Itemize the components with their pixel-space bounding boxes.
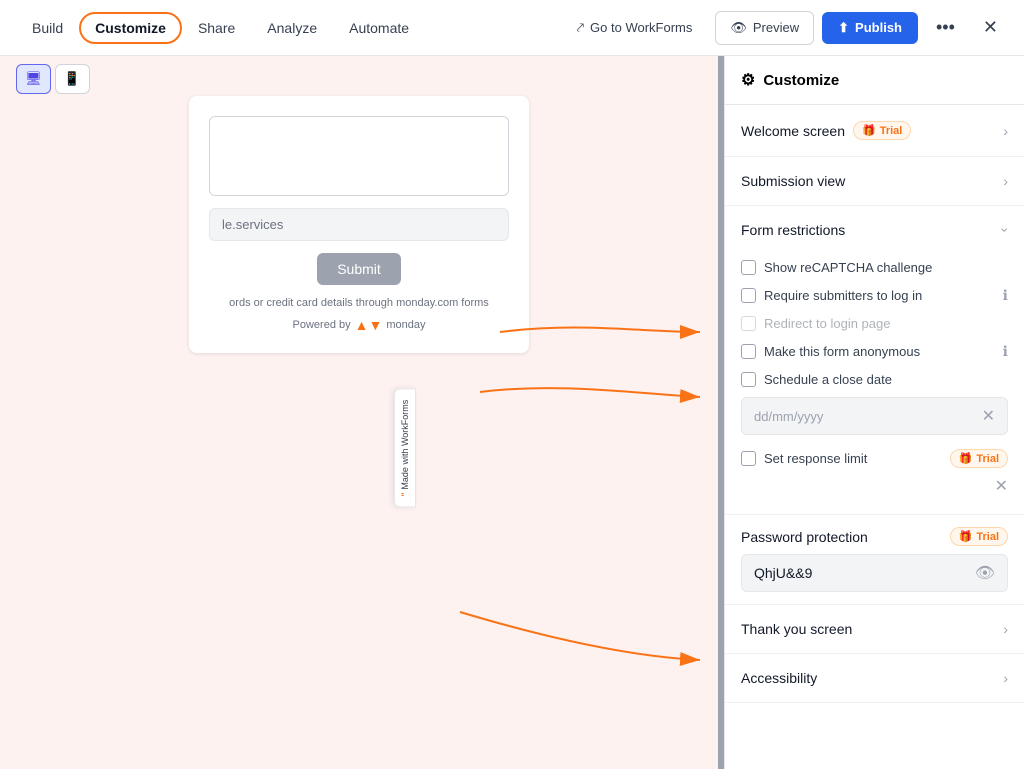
form-restrictions-chevron-icon: › xyxy=(998,228,1014,233)
publish-label: Publish xyxy=(855,20,902,35)
require-login-label: Require submitters to log in xyxy=(764,288,922,303)
powered-by-text: Powered by xyxy=(293,319,351,331)
thank-you-screen-label: Thank you screen xyxy=(741,621,852,637)
form-submit-button[interactable]: Submit xyxy=(317,253,401,285)
monday-brand: ▲▼ xyxy=(355,317,383,333)
password-protection-section: Password protection 🎁 Trial QhjU&&9 👁 xyxy=(725,515,1024,605)
require-login-row: Require submitters to log in ℹ xyxy=(741,281,1008,310)
form-restrictions-header[interactable]: Form restrictions › xyxy=(725,206,1024,254)
accessibility-section[interactable]: Accessibility › xyxy=(725,654,1024,703)
welcome-trial-badge: 🎁 Trial xyxy=(853,121,911,140)
form-input-field xyxy=(209,116,509,196)
anonymous-info-icon[interactable]: ℹ xyxy=(1003,343,1008,360)
preview-label: Preview xyxy=(753,20,799,35)
gear-icon: ⚙ xyxy=(741,70,755,90)
top-bar: Build Customize Share Analyze Automate ⤤… xyxy=(0,0,1024,56)
right-panel: ⚙ Customize Welcome screen 🎁 Trial › Sub… xyxy=(724,56,1024,769)
publish-button[interactable]: ⬆ Publish xyxy=(822,12,918,44)
monday-text: monday xyxy=(386,319,425,331)
form-footer-text: ords or credit card details through mond… xyxy=(209,297,509,309)
close-date-checkbox[interactable] xyxy=(741,372,756,387)
thank-you-chevron-icon: › xyxy=(1003,621,1008,637)
anonymous-label: Make this form anonymous xyxy=(764,344,920,359)
close-button[interactable]: ✕ xyxy=(973,9,1008,46)
require-login-info-icon[interactable]: ℹ xyxy=(1003,287,1008,304)
password-protection-header: Password protection 🎁 Trial xyxy=(741,527,1008,546)
nav-automate[interactable]: Automate xyxy=(333,12,425,44)
close-date-label: Schedule a close date xyxy=(764,372,892,387)
recaptcha-label: Show reCAPTCHA challenge xyxy=(764,260,932,275)
made-with-label: " Made with WorkForms xyxy=(394,389,416,508)
redirect-login-row: Redirect to login page xyxy=(741,310,1008,337)
form-restrictions-label: Form restrictions xyxy=(741,222,845,238)
welcome-chevron-icon: › xyxy=(1003,123,1008,139)
form-url-field: le.services xyxy=(209,208,509,241)
form-restrictions-content: Show reCAPTCHA challenge Require submitt… xyxy=(725,254,1024,514)
response-limit-clear-icon[interactable]: ✕ xyxy=(995,476,1008,496)
form-preview-card: le.services Submit ords or credit card d… xyxy=(189,96,529,353)
anonymous-row: Make this form anonymous ℹ xyxy=(741,337,1008,366)
response-limit-label: Set response limit xyxy=(764,451,867,466)
nav-analyze[interactable]: Analyze xyxy=(251,12,333,44)
eye-icon: 👁 xyxy=(730,20,747,36)
top-right-actions: ⤤ Go to WorkForms 👁 Preview ⬆ Publish ••… xyxy=(562,9,1008,46)
gift-icon-3: 🎁 xyxy=(959,530,973,543)
accessibility-left: Accessibility xyxy=(741,670,817,686)
goto-label: Go to WorkForms xyxy=(590,20,692,35)
anonymous-checkbox[interactable] xyxy=(741,344,756,359)
thank-you-screen-left: Thank you screen xyxy=(741,621,852,637)
recaptcha-checkbox[interactable] xyxy=(741,260,756,275)
submission-view-left: Submission view xyxy=(741,173,845,189)
nav-build[interactable]: Build xyxy=(16,12,79,44)
date-clear-icon[interactable]: ✕ xyxy=(982,406,995,426)
submission-chevron-icon: › xyxy=(1003,173,1008,189)
share-icon: ⬆ xyxy=(838,20,849,36)
gift-icon-2: 🎁 xyxy=(959,452,973,465)
workforms-logo-mark: " xyxy=(400,492,410,496)
eye-toggle-icon[interactable]: 👁 xyxy=(975,563,995,583)
monday-logo: Powered by ▲▼ monday xyxy=(209,317,509,333)
response-limit-row: Set response limit 🎁 Trial xyxy=(741,443,1008,474)
external-link-icon: ⤤ xyxy=(577,20,584,36)
response-limit-trial-badge: 🎁 Trial xyxy=(950,449,1008,468)
main-layout: 🖥 📱 le.services Submit ords or credit ca… xyxy=(0,56,1024,769)
password-value: QhjU&&9 xyxy=(754,565,812,581)
welcome-screen-section[interactable]: Welcome screen 🎁 Trial › xyxy=(725,105,1024,157)
form-restrictions-section: Form restrictions › Show reCAPTCHA chall… xyxy=(725,206,1024,515)
welcome-screen-label: Welcome screen xyxy=(741,123,845,139)
recaptcha-row: Show reCAPTCHA challenge xyxy=(741,254,1008,281)
panel-title: Customize xyxy=(763,72,839,89)
password-trial-badge: 🎁 Trial xyxy=(950,527,1008,546)
submission-view-section[interactable]: Submission view › xyxy=(725,157,1024,206)
canvas-inner: le.services Submit ords or credit card d… xyxy=(0,56,718,769)
gift-icon: 🎁 xyxy=(862,124,876,137)
preview-button[interactable]: 👁 Preview xyxy=(715,11,814,45)
thank-you-screen-section[interactable]: Thank you screen › xyxy=(725,605,1024,654)
close-date-row: Schedule a close date xyxy=(741,366,1008,393)
accessibility-label: Accessibility xyxy=(741,670,817,686)
nav-share[interactable]: Share xyxy=(182,12,251,44)
accessibility-chevron-icon: › xyxy=(1003,670,1008,686)
redirect-login-label: Redirect to login page xyxy=(764,316,890,331)
response-limit-checkbox[interactable] xyxy=(741,451,756,466)
more-options-button[interactable]: ••• xyxy=(926,9,965,46)
password-protection-label: Password protection xyxy=(741,529,868,545)
password-input-row[interactable]: QhjU&&9 👁 xyxy=(741,554,1008,592)
goto-workforms-button[interactable]: ⤤ Go to WorkForms xyxy=(562,11,708,45)
submission-view-label: Submission view xyxy=(741,173,845,189)
nav-customize[interactable]: Customize xyxy=(79,12,182,44)
welcome-screen-left: Welcome screen 🎁 Trial xyxy=(741,121,911,140)
response-limit-clear-row: ✕ xyxy=(741,474,1008,502)
date-placeholder: dd/mm/yyyy xyxy=(754,409,823,424)
canvas-area: 🖥 📱 le.services Submit ords or credit ca… xyxy=(0,56,718,769)
date-input-row[interactable]: dd/mm/yyyy ✕ xyxy=(741,397,1008,435)
require-login-checkbox[interactable] xyxy=(741,288,756,303)
top-nav: Build Customize Share Analyze Automate xyxy=(16,12,425,44)
panel-header: ⚙ Customize xyxy=(725,56,1024,105)
redirect-login-checkbox xyxy=(741,316,756,331)
